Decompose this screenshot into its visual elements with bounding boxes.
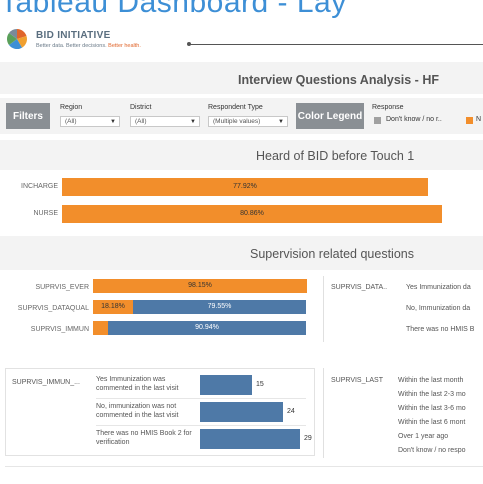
heard-row-label-nurse: NURSE bbox=[33, 210, 58, 217]
heard-section-title: Heard of BID before Touch 1 bbox=[256, 149, 415, 163]
region-select[interactable]: (All) ▼ bbox=[60, 116, 120, 127]
last-option: Within the last month bbox=[398, 377, 464, 384]
page-title: Interview Questions Analysis - HF bbox=[238, 73, 439, 87]
dashboard-title: Tableau Dashboard - Lay bbox=[0, 0, 347, 19]
last-option: Over 1 year ago bbox=[398, 433, 449, 440]
last-panel-label: SUPRVIS_LAST bbox=[331, 377, 384, 384]
suprvis-dataqual-label: SUPRVIS_DATAQUAL bbox=[17, 305, 89, 312]
suprvis-ever-label: SUPRVIS_EVER bbox=[35, 284, 89, 291]
region-label: Region bbox=[60, 104, 83, 111]
stacked-segment-label: 98.15% bbox=[188, 282, 212, 289]
legend-item-no: N bbox=[476, 116, 482, 123]
chevron-down-icon: ▼ bbox=[278, 119, 284, 125]
immun-bar bbox=[200, 402, 283, 422]
respondent-type-label: Respondent Type bbox=[208, 104, 263, 111]
stacked-segment-label: 90.94% bbox=[195, 324, 219, 331]
tagline-prefix: Better data. Better decisions. bbox=[36, 43, 107, 49]
immun-bar-value: 24 bbox=[287, 408, 295, 415]
chevron-down-icon: ▼ bbox=[190, 119, 196, 125]
dataqual-option: No, Immunization da bbox=[406, 305, 471, 312]
chevron-down-icon: ▼ bbox=[110, 119, 116, 125]
district-label: District bbox=[130, 104, 152, 111]
immun-bar bbox=[200, 429, 300, 449]
supervision-section-title: Supervision related questions bbox=[250, 247, 414, 261]
header-rule bbox=[190, 44, 483, 45]
respondent-type-select[interactable]: (Multiple values) ▼ bbox=[208, 116, 288, 127]
immun-row-label: There was no HMIS Book 2 for verificatio… bbox=[96, 430, 192, 446]
stacked-segment-label: 79.55% bbox=[207, 303, 232, 310]
district-select[interactable]: (All) ▼ bbox=[130, 116, 200, 127]
legend-swatch-no bbox=[466, 117, 473, 124]
heard-bar-label-incharge: 77.92% bbox=[233, 183, 257, 190]
stacked-segment bbox=[93, 321, 108, 335]
last-option: Within the last 3-6 mo bbox=[398, 405, 466, 412]
legend-item-dontknow: Don't know / no r.. bbox=[386, 116, 442, 123]
immun-row-label: No, immunization was not commented in th… bbox=[96, 403, 179, 419]
filters-chip: Filters bbox=[6, 103, 50, 129]
immun-bar-chart: 15 24 29 bbox=[200, 372, 312, 454]
dataqual-option: Yes Immunization da bbox=[406, 284, 471, 291]
supervision-stacked-chart: 98.15% 18.18% 79.55% 90.94% bbox=[93, 279, 311, 341]
district-value: (All) bbox=[135, 118, 147, 125]
dataqual-option: There was no HMIS B bbox=[406, 326, 475, 333]
stacked-segment-label: 18.18% bbox=[101, 303, 125, 310]
heard-bar-label-nurse: 80.86% bbox=[240, 210, 264, 217]
panel-divider bbox=[323, 368, 324, 458]
color-legend-chip: Color Legend bbox=[296, 103, 364, 129]
region-value: (All) bbox=[65, 118, 77, 125]
immun-row-label: Yes Immunization was commented in the la… bbox=[96, 376, 179, 392]
dataqual-panel-label: SUPRVIS_DATA.. bbox=[331, 284, 388, 291]
heard-row-label-incharge: INCHARGE bbox=[21, 183, 58, 190]
bottom-divider bbox=[5, 466, 483, 467]
brand-name: BID INITIATIVE bbox=[36, 30, 111, 41]
immun-bar-value: 29 bbox=[304, 435, 312, 442]
legend-title: Response bbox=[372, 104, 404, 111]
immun-bar bbox=[200, 375, 252, 395]
last-option: Within the last 6 mont bbox=[398, 419, 466, 426]
last-option: Within the last 2-3 mo bbox=[398, 391, 466, 398]
tagline-accent: Better health. bbox=[108, 43, 141, 49]
last-option: Don't know / no respo bbox=[398, 447, 466, 454]
respondent-type-value: (Multiple values) bbox=[213, 118, 261, 125]
legend-swatch-dontknow bbox=[374, 117, 381, 124]
panel-divider bbox=[323, 276, 324, 342]
bid-logo-icon bbox=[7, 29, 27, 50]
brand-tagline: Better data. Better decisions. Better he… bbox=[36, 43, 141, 49]
suprvis-immun-label: SUPRVIS_IMMUN bbox=[30, 326, 89, 333]
immun-bar-value: 15 bbox=[256, 381, 264, 388]
immun-panel-label: SUPRVIS_IMMUN_... bbox=[12, 379, 80, 386]
